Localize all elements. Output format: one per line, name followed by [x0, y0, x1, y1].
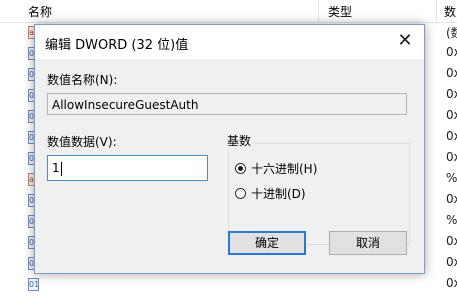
- row-data-value: 0x: [446, 192, 457, 206]
- cancel-button[interactable]: 取消: [329, 231, 407, 255]
- value-data-text: 1: [52, 161, 60, 175]
- value-data-input[interactable]: 1: [47, 155, 208, 181]
- radio-decimal-label: 十进制(D): [251, 186, 306, 201]
- row-data-value: %: [446, 171, 457, 185]
- base-label: 基数: [224, 132, 255, 149]
- radio-selected-icon[interactable]: [235, 162, 246, 174]
- radio-decimal[interactable]: 十进制(D): [235, 184, 306, 202]
- row-data-value: 0x: [446, 108, 457, 122]
- radio-hexadecimal-label: 十六进制(H): [251, 161, 318, 176]
- row-data-value: 0x: [446, 87, 457, 101]
- text-caret: [60, 161, 62, 176]
- dialog-body: 数值名称(N): AllowInsecureGuestAuth 数值数据(V):…: [35, 59, 424, 273]
- column-header-name[interactable]: 名称: [28, 3, 52, 20]
- ok-button[interactable]: 确定: [228, 231, 306, 255]
- value-name-label: 数值名称(N):: [47, 73, 118, 87]
- column-separator[interactable]: [436, 0, 437, 22]
- binary-value-icon: 01: [28, 278, 40, 291]
- row-data-value: 0x: [446, 66, 457, 80]
- table-row[interactable]: 01 0x: [0, 274, 457, 294]
- value-data-label: 数值数据(V):: [47, 135, 117, 149]
- column-header-data[interactable]: 数: [444, 3, 456, 20]
- edit-dword-dialog: 编辑 DWORD (32 位)值 ✕ 数值名称(N): AllowInsecur…: [34, 24, 425, 274]
- row-data-value: 0x: [446, 129, 457, 143]
- radio-hexadecimal[interactable]: 十六进制(H): [235, 159, 317, 177]
- row-data-value: 0x: [446, 45, 457, 59]
- row-data-value: 0x: [446, 234, 457, 248]
- row-data-value: 0x: [446, 276, 457, 290]
- row-data-value: (数: [446, 26, 457, 40]
- row-data-value: 0x: [446, 150, 457, 164]
- close-icon[interactable]: ✕: [396, 32, 414, 50]
- column-separator[interactable]: [318, 0, 319, 22]
- dialog-title: 编辑 DWORD (32 位)值: [45, 38, 189, 53]
- value-name-field: AllowInsecureGuestAuth: [47, 93, 407, 115]
- row-data-value: 0x: [446, 255, 457, 269]
- row-data-value: %: [446, 213, 457, 227]
- radio-unselected-icon[interactable]: [235, 187, 246, 199]
- column-header-type[interactable]: 类型: [328, 3, 352, 20]
- list-header: 名称 类型 数: [0, 0, 457, 23]
